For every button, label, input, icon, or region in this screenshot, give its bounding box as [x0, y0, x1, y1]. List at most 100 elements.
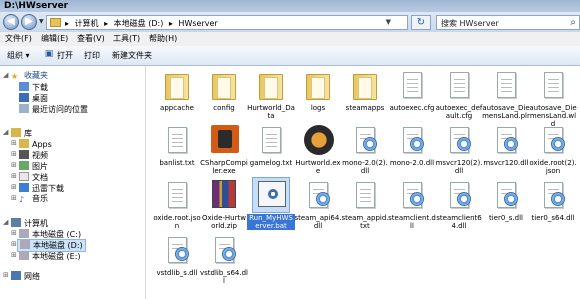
expand-icon[interactable]: ⊞	[11, 150, 17, 158]
breadcrumb-separator[interactable]: ▸	[104, 19, 108, 28]
document-icon	[19, 172, 29, 181]
expand-icon[interactable]: ⊞	[11, 172, 17, 180]
command-bar: 组织 ▾ ▣ 打开 打印 新建文件夹	[0, 46, 580, 66]
file-item[interactable]: vstdlib_s.dll	[153, 233, 201, 281]
refresh-icon[interactable]: ↻	[411, 15, 431, 30]
file-item[interactable]: banlist.txt	[153, 123, 201, 171]
file-name: autoexec.cfg	[389, 104, 435, 112]
address-row: ◀ ▶ ▼ ▸ 计算机 ▸ 本地磁盘 (D:) ▸ HWserver ▼ ↻ 搜…	[0, 12, 580, 32]
expand-icon[interactable]: ⊞	[11, 194, 17, 202]
forward-icon[interactable]: ▶	[21, 14, 37, 30]
breadcrumb[interactable]: ▸ 计算机 ▸ 本地磁盘 (D:) ▸ HWserver	[65, 18, 221, 29]
sidebar-item-xunlei[interactable]: 迅雷下载	[19, 183, 64, 194]
breadcrumb-hwserver[interactable]: HWserver	[178, 19, 217, 28]
open-button[interactable]: 打开	[57, 51, 73, 61]
file-item[interactable]: msvcr120.dll	[482, 123, 530, 171]
organize-button[interactable]: 组织 ▾	[7, 51, 30, 61]
expand-icon[interactable]: ⊞	[11, 161, 17, 169]
file-name: Hurtworld.exe	[295, 159, 341, 175]
sidebar-item-network[interactable]: 网络	[11, 271, 40, 282]
file-item[interactable]: logs	[294, 68, 342, 116]
expand-icon[interactable]: ⊞	[11, 139, 17, 147]
file-item[interactable]: appcache	[153, 68, 201, 116]
file-item[interactable]: autoexec_default.cfg	[435, 68, 483, 120]
sidebar-item-desktop[interactable]: 桌面	[19, 93, 48, 104]
file-item[interactable]: mono-2.0.dll	[388, 123, 436, 171]
menu-tools[interactable]: 工具(T)	[113, 34, 140, 44]
expand-icon[interactable]: ⊞	[11, 229, 17, 237]
file-item[interactable]: CSharpCompiler.exe	[200, 123, 248, 175]
library-icon	[11, 128, 21, 137]
file-item[interactable]: steamclient64.dll	[435, 178, 483, 230]
print-button[interactable]: 打印	[84, 51, 100, 61]
file-item[interactable]: gamelog.txt	[247, 123, 295, 171]
file-list: appcache config Hurtworld_Data logs steamapp…	[148, 66, 580, 299]
file-item[interactable]: Run_MyHWServer.bat	[247, 177, 295, 230]
file-item[interactable]: config	[200, 68, 248, 116]
breadcrumb-disk-d[interactable]: 本地磁盘 (D:)	[114, 19, 164, 28]
sidebar-item-documents[interactable]: 文档	[19, 172, 48, 183]
file-item[interactable]: msvcr120(2).dll	[435, 123, 483, 175]
file-item[interactable]: Hurtworld_Data	[247, 68, 295, 120]
file-item[interactable]: vstdlib_s64.dll	[200, 233, 248, 285]
address-dropdown-icon[interactable]: ▼	[386, 18, 391, 26]
star-icon: ★	[11, 72, 19, 81]
sidebar-item-favorites[interactable]: ★ 收藏夹	[11, 71, 48, 81]
settings-file-icon	[394, 123, 430, 157]
file-item[interactable]: oxide.root.json	[153, 178, 201, 230]
file-item[interactable]: oxide.root(2).json	[529, 123, 577, 175]
sidebar-item-videos[interactable]: 视频	[19, 150, 48, 161]
file-item[interactable]: tier0_s.dll	[482, 178, 530, 226]
new-folder-button[interactable]: 新建文件夹	[112, 51, 152, 61]
address-bar[interactable]: ▸ 计算机 ▸ 本地磁盘 (D:) ▸ HWserver ▼	[46, 15, 408, 30]
search-placeholder: 搜索 HWserver	[441, 19, 499, 28]
document-icon	[488, 68, 524, 102]
sidebar-item-apps[interactable]: Apps	[19, 139, 52, 150]
collapse-icon[interactable]: ◢	[3, 218, 8, 226]
folder-icon	[206, 68, 242, 102]
file-item[interactable]: steamclient.dll	[388, 178, 436, 230]
expand-icon[interactable]: ⊞	[11, 240, 17, 248]
history-dropdown-icon[interactable]: ▼	[39, 18, 44, 25]
file-item[interactable]: Hurtworld.exe	[294, 123, 342, 175]
navigation-pane: ◢ ★ 收藏夹 下载 桌面 最近访问的位置 ◢ 库 ⊞ Apps ⊞ 视频 ⊞ 图…	[0, 66, 146, 299]
sidebar-item-recent[interactable]: 最近访问的位置	[19, 104, 88, 115]
document-icon	[535, 68, 571, 102]
sidebar-item-disk-e[interactable]: 本地磁盘 (E:)	[19, 251, 81, 262]
back-icon[interactable]: ◀	[3, 14, 19, 30]
batch-file-icon	[252, 177, 290, 213]
menu-edit[interactable]: 编辑(E)	[41, 34, 68, 44]
settings-file-icon	[394, 178, 430, 212]
sidebar-item-downloads[interactable]: 下载	[19, 82, 48, 93]
file-name: steam_appid.txt	[341, 214, 389, 230]
settings-file-icon	[159, 233, 195, 267]
file-item[interactable]: steam_appid.txt	[341, 178, 389, 230]
breadcrumb-computer[interactable]: 计算机	[75, 19, 99, 28]
file-item[interactable]: autosave_DiemensLand.plr	[482, 68, 530, 120]
expand-icon[interactable]: ⊞	[11, 183, 17, 191]
search-input[interactable]: 搜索 HWserver ⌕	[436, 15, 580, 30]
file-name: autoexec_default.cfg	[435, 104, 483, 120]
collapse-icon[interactable]: ◢	[3, 128, 8, 136]
sidebar-item-library[interactable]: 库	[11, 128, 32, 139]
sidebar-item-computer[interactable]: 计算机	[11, 218, 48, 229]
file-item[interactable]: tier0_s64.dll	[529, 178, 577, 226]
search-icon[interactable]: ⌕	[570, 17, 576, 28]
file-item[interactable]: Oxide-Hurtworld.zip	[200, 178, 248, 230]
breadcrumb-separator[interactable]: ▸	[65, 19, 69, 28]
file-item[interactable]: steamapps	[341, 68, 389, 116]
breadcrumb-separator[interactable]: ▸	[169, 19, 173, 28]
menu-view[interactable]: 查看(V)	[77, 34, 105, 44]
sidebar-item-music[interactable]: ♪ 音乐	[19, 194, 48, 204]
file-item[interactable]: mono-2.0(2).dll	[341, 123, 389, 175]
apps-folder-icon	[19, 139, 29, 148]
menu-file[interactable]: 文件(F)	[5, 34, 32, 44]
collapse-icon[interactable]: ◢	[3, 71, 8, 79]
sidebar-item-pictures[interactable]: 图片	[19, 161, 48, 172]
file-item[interactable]: autoexec.cfg	[388, 68, 436, 116]
file-item[interactable]: steam_api64.dll	[294, 178, 342, 230]
menu-help[interactable]: 帮助(H)	[149, 34, 177, 44]
expand-icon[interactable]: ⊞	[3, 271, 9, 279]
expand-icon[interactable]: ⊞	[11, 251, 17, 259]
file-item[interactable]: autosave_DiemensLand.wld	[529, 68, 577, 128]
